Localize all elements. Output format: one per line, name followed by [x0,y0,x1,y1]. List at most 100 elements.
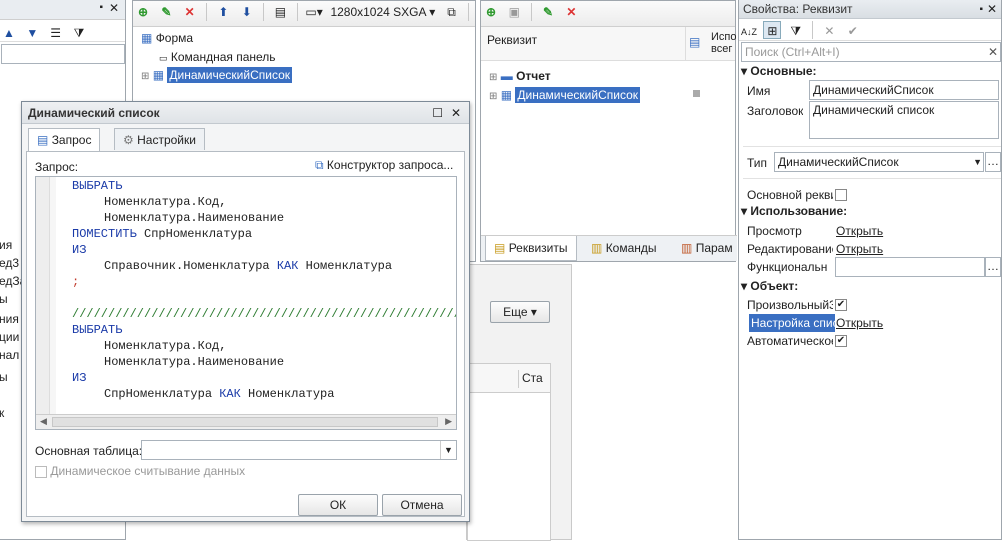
preview-icon[interactable]: ▤ [271,3,289,21]
code-line: ИЗ [72,243,87,257]
left-list-item[interactable]: ия [0,238,12,252]
code-line: ПОМЕСТИТЬ СпрНоменклатура [72,227,253,241]
title-field[interactable]: Динамический список [809,101,999,139]
name-field[interactable]: ДинамическийСписок [809,80,999,100]
add-attribute-icon[interactable]: ⊕ [482,3,500,21]
expand-icon[interactable]: ⊞ [489,91,497,102]
scrollbar-thumb[interactable] [52,417,438,427]
editor-gutter [36,177,50,415]
horizontal-scrollbar[interactable]: ◀ ▶ [36,414,456,429]
query-tab-content: Запрос: ⧉ Конструктор запроса... ВЫБРАТЬ… [26,152,465,517]
arrow-up-icon[interactable]: ▲ [0,24,18,42]
tab-attributes[interactable]: ▤ Реквизиты [485,236,577,261]
arrow-down-icon[interactable]: ▼ [23,24,41,42]
edit-attribute-icon[interactable]: ✎ [539,3,557,21]
attr-row-dynamic-list[interactable]: ⊞ ▦ ДинамическийСписок [489,87,641,103]
left-list-item[interactable]: ед3 [0,256,19,270]
tab-parameters[interactable]: ▥ Парам [677,236,737,260]
edit-open-link[interactable]: Открыть [836,242,883,256]
tree-item-form[interactable]: ▦ Форма [141,31,193,45]
scroll-left-icon[interactable]: ◀ [40,416,47,427]
form-icon: ▦ [141,31,153,45]
custom-query-checkbox[interactable]: ✔ [835,299,847,311]
properties-toolbar: A↓Z ⊞ ⧩ ✕ ✔ [739,19,1001,41]
clear-search-icon[interactable]: ✕ [988,43,998,61]
left-list-item[interactable]: ы [0,370,8,384]
delete-icon[interactable]: ✕ [181,3,199,21]
tree-item-command-panel[interactable]: ▭ Командная панель [159,50,276,64]
move-up-icon[interactable]: ⬆ [214,3,232,21]
ok-button[interactable]: ОК [298,494,378,516]
pin-icon[interactable]: ▪ [979,0,983,19]
tab-commands[interactable]: ▥ Команды [585,236,663,260]
usage-checkbox[interactable] [693,90,700,97]
main-table-select[interactable]: ▼ [141,440,457,460]
left-list-item[interactable]: к [0,406,4,420]
main-attribute-checkbox[interactable] [835,189,847,201]
section-basic[interactable]: ▾ Основные: [741,64,817,78]
code-line: ////////////////////////////////////////… [72,307,456,321]
clear-icon[interactable]: ✕ [820,22,838,40]
left-list-item[interactable]: нал [0,348,19,362]
add-column-icon[interactable]: ▣ [505,3,523,21]
constructor-icon: ⧉ [315,158,324,172]
tab-query[interactable]: ▤ Запрос [28,128,101,151]
left-list-item[interactable]: ния [0,312,19,326]
dropdown-icon[interactable]: ▼ [440,441,456,459]
dynamic-read-checkbox[interactable]: Динамическое считывание данных [35,464,245,478]
code-line: Справочник.Номенклатура КАК Номенклатура [104,259,393,273]
type-select-button[interactable]: … [985,152,1001,172]
parameters-tab-icon: ▥ [681,241,693,255]
dropdown-icon[interactable]: ▼ [973,153,982,171]
left-search-input[interactable] [1,44,125,64]
section-usage[interactable]: ▾ Использование: [741,204,847,218]
properties-search-input[interactable]: Поиск (Ctrl+Alt+I) ✕ [741,42,1001,62]
query-tab-icon: ▤ [37,133,49,147]
code-line: ВЫБРАТЬ [72,323,123,337]
form-tree-toolbar: ⊕ ✎ ✕ ⬆ ⬇ ▤ ▭▾ 1280x1024 SXGA ▾ ⧉ ✔ [133,1,475,27]
dynamic-list-dialog: Динамический список ☐ ✕ ▤ Запрос ⚙ Настр… [21,101,470,522]
filter-icon[interactable]: ⧩ [70,24,88,42]
tree-item-dynamic-list[interactable]: ⊞ ▦ ДинамическийСписок [141,67,293,83]
functional-options-field[interactable] [835,257,985,277]
command-panel-icon: ▭ [159,53,168,63]
functional-select-button[interactable]: … [985,257,1001,277]
maximize-icon[interactable]: ☐ [432,102,443,124]
close-icon[interactable]: ✕ [451,102,461,124]
tab-settings[interactable]: ⚙ Настройки [114,128,205,150]
auto-save-checkbox[interactable]: ✔ [835,335,847,347]
section-object[interactable]: ▾ Объект: [741,279,798,293]
query-editor[interactable]: ВЫБРАТЬ Номенклатура.Код, Номенклатура.Наи… [35,176,457,430]
scroll-right-icon[interactable]: ▶ [445,416,452,427]
close-icon[interactable]: ✕ [987,0,997,19]
view-open-link[interactable]: Открыть [836,224,883,238]
resolution-dropdown[interactable]: 1280x1024 SXGA ▾ [327,1,438,23]
more-button[interactable]: Еще ▾ [490,301,550,323]
left-list-item[interactable]: ции [0,330,19,344]
filter-icon[interactable]: ⧩ [787,22,805,40]
list-icon[interactable]: ☰ [47,24,65,42]
pin-icon[interactable]: ▪ [99,2,103,13]
report-icon: ▬ [500,69,513,83]
categorized-icon[interactable]: ⊞ [763,21,782,39]
delete-attribute-icon[interactable]: ✕ [562,3,580,21]
attr-row-report[interactable]: ⊞ ▬ Отчет [489,69,551,83]
left-list-item[interactable]: ы [0,292,8,306]
settings-row-selected[interactable]: Настройка спис [749,314,835,332]
type-field[interactable]: ДинамическийСписок ▼ [774,152,984,172]
sort-alpha-icon[interactable]: A↓Z [740,23,758,41]
expand-icon[interactable]: ⊞ [141,71,149,82]
dialog-titlebar: Динамический список ☐ ✕ [22,102,469,124]
attributes-panel: ⊕ ▣ ✎ ✕ Реквизит ▤ Испо всег ⊞ ▬ Отчет ⊞… [480,0,737,262]
edit-icon[interactable]: ✎ [157,3,175,21]
copy-icon[interactable]: ⧉ [443,3,461,21]
apply-icon[interactable]: ✔ [844,22,862,40]
cancel-button[interactable]: Отмена [382,494,462,516]
query-constructor-link[interactable]: ⧉ Конструктор запроса... [315,158,453,173]
settings-open-link[interactable]: Открыть [836,316,883,330]
move-down-icon[interactable]: ⬇ [238,3,256,21]
add-icon[interactable]: ⊕ [134,3,152,21]
close-icon[interactable]: ✕ [109,1,119,15]
expand-icon[interactable]: ⊞ [489,72,497,83]
layout-icon[interactable]: ▭▾ [305,3,323,21]
